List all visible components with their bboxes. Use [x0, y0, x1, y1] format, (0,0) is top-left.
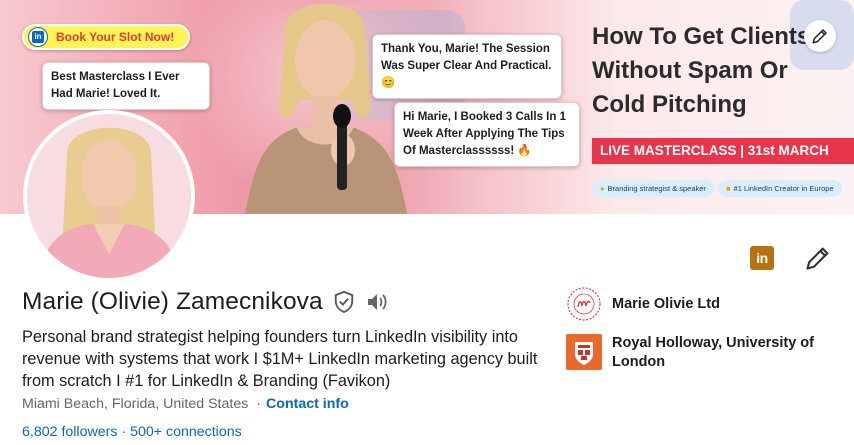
edit-banner-button[interactable]: [804, 20, 836, 52]
school-name: Royal Holloway, University of London: [612, 335, 814, 370]
linkedin-icon: in: [28, 27, 48, 47]
book-slot-label: Book Your Slot Now!: [56, 30, 175, 44]
banner-tag-label: Branding strategist & speaker: [607, 184, 706, 193]
royal-holloway-crest-icon: [566, 334, 602, 370]
edit-profile-button[interactable]: [804, 244, 832, 272]
banner-tag-label: #1 LinkedIn Creator in Europe: [733, 184, 834, 193]
contact-info-link[interactable]: Contact info: [266, 396, 349, 412]
linkedin-icon[interactable]: in: [750, 246, 774, 270]
network-stats-row: 6,802 followers · 500+ connections: [22, 424, 242, 440]
pencil-icon: [812, 29, 827, 44]
testimonial-bubble: Best Masterclass I Ever Had Marie! Loved…: [42, 62, 210, 110]
pencil-icon: [806, 247, 829, 270]
banner-headline-line: Without Spam Or: [592, 57, 788, 84]
profile-headline: Personal brand strategist helping founde…: [22, 328, 538, 390]
testimonial-bubble: Hi Marie, I Booked 3 Calls In 1 Week Aft…: [394, 102, 580, 167]
company-name: Marie Olivie Ltd: [612, 296, 720, 312]
location-row: Miami Beach, Florida, United States · Cont…: [22, 396, 349, 412]
book-slot-badge: in Book Your Slot Now!: [22, 24, 191, 50]
profile-avatar[interactable]: [23, 110, 195, 282]
separator: ·: [121, 424, 127, 440]
profile-photo: [27, 114, 191, 278]
pin-icon: ●: [600, 184, 605, 193]
connections-link[interactable]: 500+ connections: [130, 424, 242, 440]
banner-tag: ● Branding strategist & speaker: [592, 180, 714, 197]
live-masterclass-bar: LIVE MASTERCLASS | 31st MARCH: [592, 138, 854, 164]
banner-headline-line: Cold Pitching: [592, 91, 747, 118]
marie-olivie-logo-icon: [567, 287, 601, 321]
location-text: Miami Beach, Florida, United States: [22, 396, 249, 412]
testimonial-bubble: Thank You, Marie! The Session Was Super …: [372, 34, 562, 99]
profile-name: Marie (Olivie) Zamecnikova: [22, 288, 323, 315]
current-company-item[interactable]: Marie Olivie Ltd: [566, 286, 852, 322]
followers-link[interactable]: 6,802 followers: [22, 424, 117, 440]
separator: ·: [256, 396, 262, 412]
banner-tag: ■ #1 LinkedIn Creator in Europe: [718, 180, 842, 197]
verified-shield-icon[interactable]: [333, 290, 355, 314]
name-row: Marie (Olivie) Zamecnikova: [22, 288, 389, 316]
education-item[interactable]: Royal Holloway, University of London: [566, 334, 852, 372]
trophy-icon: ■: [726, 184, 731, 193]
name-pronunciation-speaker-icon[interactable]: [365, 291, 389, 313]
